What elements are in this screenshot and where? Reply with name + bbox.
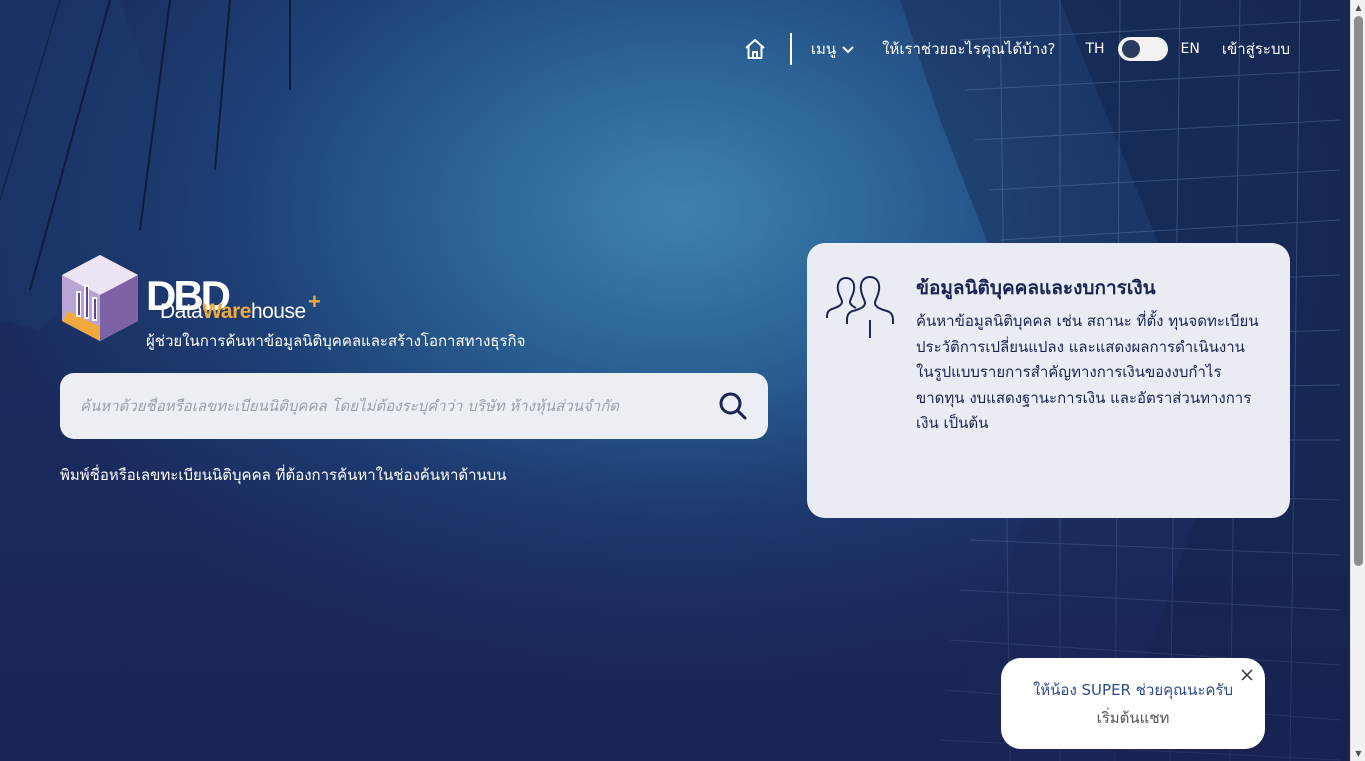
chat-bubble[interactable]: ให้น้อง SUPER ช่วยคุณนะครับ เริ่มต้นแชท (1001, 658, 1265, 749)
logo-datawarehouse-text: DataWarehouse (160, 300, 306, 324)
search-bar (60, 373, 768, 439)
home-icon[interactable] (743, 37, 767, 61)
menu-dropdown[interactable]: เมนู (811, 37, 854, 61)
search-input[interactable] (80, 397, 716, 415)
nav-divider (789, 33, 792, 65)
page-scrollbar[interactable]: ▲ ▼ (1350, 0, 1365, 761)
logo-data-text: Data (160, 300, 203, 323)
chevron-down-icon (842, 40, 854, 58)
tagline: ผู้ช่วยในการค้นหาข้อมูลนิติบุคคลและสร้าง… (146, 332, 526, 350)
lang-en-label: EN (1180, 41, 1200, 57)
login-link[interactable]: เข้าสู่ระบบ (1222, 37, 1290, 61)
info-card-line2: ในรูปแบบรายการสำคัญทางการเงินของงบกำไรขา… (916, 363, 1252, 432)
scroll-down-icon[interactable]: ▼ (1351, 746, 1365, 761)
dbd-datawarehouse-logo: DBD DataWarehouse + ผู้ช่วยในการค้นหาข้อ… (60, 253, 530, 353)
chat-start-link[interactable]: เริ่มต้นแชท (1001, 706, 1265, 730)
info-card-line1: ค้นหาข้อมูลนิติบุคคล เช่น สถานะ ที่ตั้ง … (916, 312, 1259, 356)
close-icon[interactable] (1239, 667, 1255, 683)
search-icon[interactable] (716, 389, 750, 423)
info-card-title: ข้อมูลนิติบุคคลและงบการเงิน (916, 277, 1156, 299)
people-icon (826, 272, 898, 344)
top-navigation: เมนู ให้เราช่วยอะไรคุณได้บ้าง? TH EN เข้… (743, 33, 1290, 65)
search-hint: พิมพ์ชื่อหรือเลขทะเบียนนิติบุคคล ที่ต้อง… (60, 466, 507, 484)
logo-ware-text: Ware (202, 300, 251, 323)
info-card: ข้อมูลนิติบุคคลและงบการเงิน ค้นหาข้อมูลน… (807, 243, 1290, 518)
lang-th-label: TH (1085, 41, 1105, 57)
scrollbar-thumb[interactable] (1354, 16, 1363, 566)
logo-house-text: house (250, 300, 306, 323)
language-toggle[interactable] (1117, 37, 1168, 61)
help-link[interactable]: ให้เราช่วยอะไรคุณได้บ้าง? (882, 37, 1055, 61)
toggle-knob (1121, 40, 1140, 58)
chat-title: ให้น้อง SUPER ช่วยคุณนะครับ (1032, 681, 1234, 699)
menu-label: เมนู (810, 40, 837, 58)
scroll-up-icon[interactable]: ▲ (1351, 0, 1365, 15)
logo-cube-icon (62, 255, 138, 341)
logo-plus-text: + (308, 289, 321, 314)
